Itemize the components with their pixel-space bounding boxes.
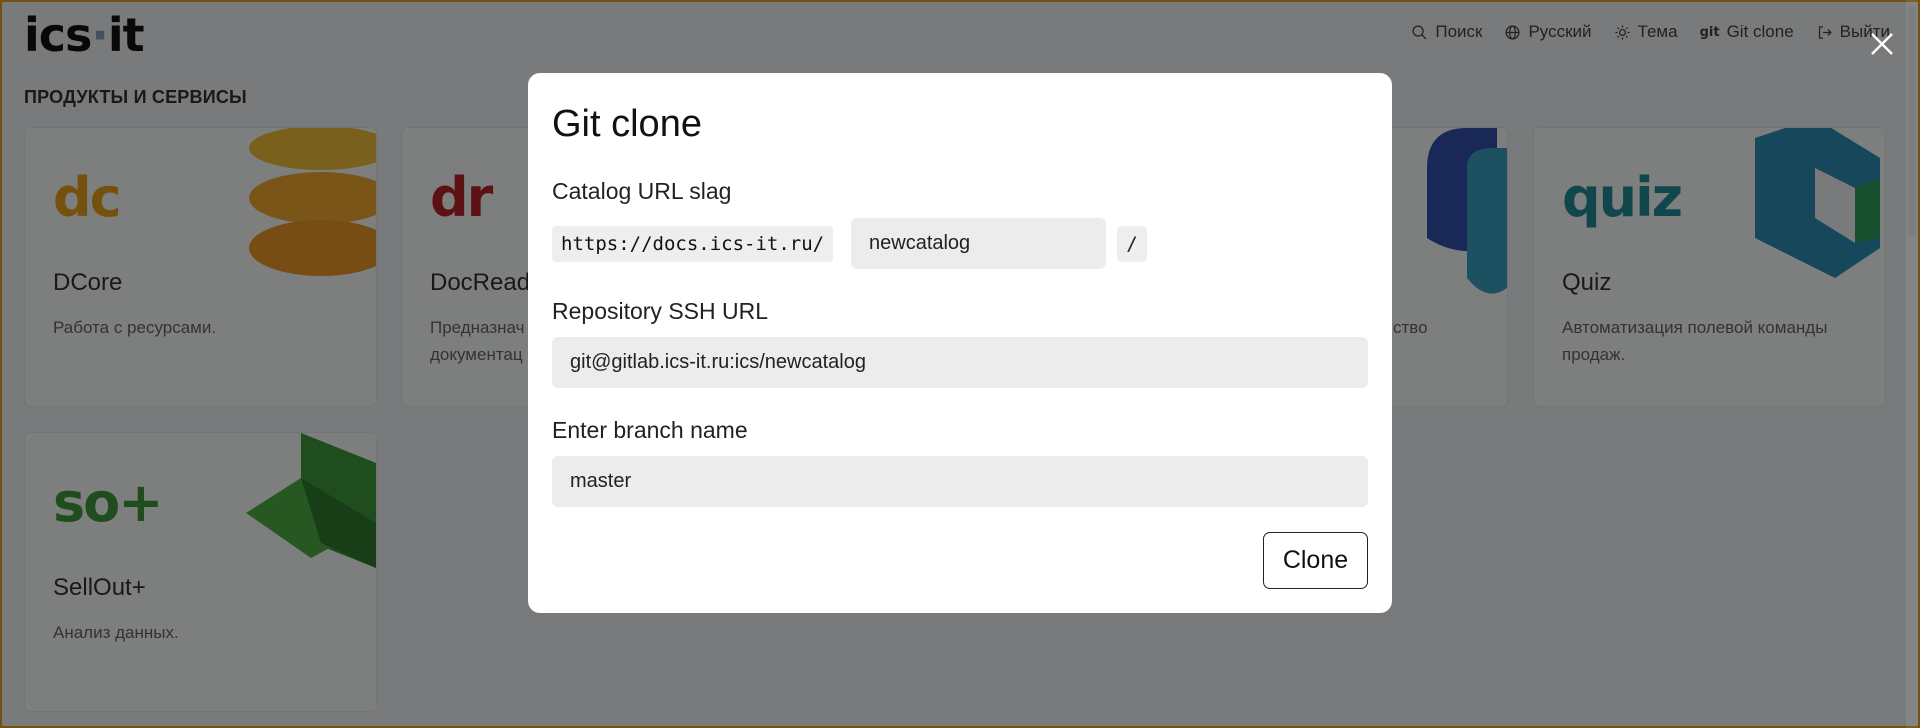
dialog-title: Git clone (552, 103, 702, 145)
catalog-url-suffix: / (1117, 226, 1147, 262)
repository-ssh-label: Repository SSH URL (552, 298, 769, 324)
clone-button[interactable]: Clone (1263, 532, 1368, 589)
close-modal-button[interactable] (1868, 30, 1896, 58)
catalog-url-label: Catalog URL slag (552, 178, 732, 204)
branch-name-input[interactable] (552, 456, 1368, 507)
branch-name-label: Enter branch name (552, 417, 748, 443)
scrollbar-thumb[interactable] (1908, 6, 1916, 238)
repository-ssh-input[interactable] (552, 337, 1368, 388)
catalog-url-prefix: https://docs.ics-it.ru/ (552, 226, 834, 262)
close-icon (1871, 33, 1893, 55)
catalog-slug-input[interactable] (851, 218, 1106, 269)
page-scrollbar[interactable] (1906, 0, 1918, 728)
git-clone-dialog: Git clone Catalog URL slag https://docs.… (528, 73, 1392, 613)
